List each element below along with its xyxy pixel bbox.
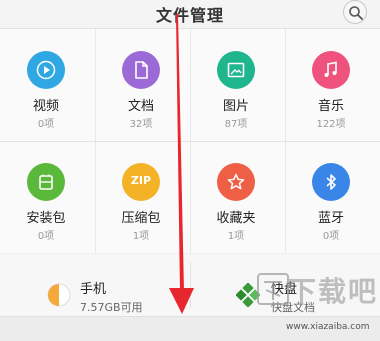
category-count: 0项	[37, 119, 55, 130]
title-bar: 文件管理	[0, 0, 380, 29]
category-package[interactable]: 安装包 0项	[0, 141, 95, 253]
category-video[interactable]: 视频 0项	[0, 29, 95, 141]
category-music[interactable]: 音乐 122项	[285, 29, 380, 141]
storage-phone[interactable]: 手机 7.57GB可用	[0, 254, 189, 316]
category-bluetooth[interactable]: 蓝牙 0项	[285, 141, 380, 253]
category-count: 122项	[316, 119, 346, 130]
zip-icon-text: ZIP	[130, 174, 152, 187]
search-button[interactable]	[343, 0, 367, 24]
storage-name: 手机	[80, 282, 107, 297]
star-icon	[217, 163, 255, 201]
bluetooth-icon	[312, 163, 350, 201]
music-icon	[312, 51, 350, 89]
category-favorites[interactable]: 收藏夹 1项	[190, 141, 285, 253]
category-document[interactable]: 文档 32项	[95, 29, 190, 141]
category-image[interactable]: 图片 87项	[190, 29, 285, 141]
category-count: 1项	[227, 231, 245, 242]
zip-icon: ZIP	[122, 163, 160, 201]
watermark-text: 下载吧	[288, 275, 379, 308]
storage-free: 7.57GB可用	[80, 301, 143, 314]
category-label: 安装包	[26, 211, 66, 226]
category-label: 音乐	[317, 99, 344, 114]
video-icon	[27, 51, 65, 89]
package-icon	[27, 163, 65, 201]
category-count: 87项	[224, 119, 248, 130]
category-label: 视频	[32, 99, 59, 114]
category-count: 1项	[132, 231, 150, 242]
category-label: 收藏夹	[216, 211, 256, 226]
category-count: 0项	[322, 231, 340, 242]
category-count: 0项	[37, 231, 55, 242]
category-label: 文档	[127, 99, 154, 114]
category-label: 图片	[222, 99, 249, 114]
storage-usage-icon	[47, 283, 71, 307]
category-grid: 视频 0项 文档 32项 图片 87项 音乐 122项 安装包 0项 ZIP 压…	[0, 29, 380, 253]
document-icon	[122, 51, 160, 89]
image-icon	[217, 51, 255, 89]
watermark-url: www.xiazaiba.com	[286, 322, 370, 332]
page-title: 文件管理	[155, 6, 224, 25]
category-label: 蓝牙	[317, 211, 344, 226]
category-zip[interactable]: ZIP 压缩包 1项	[95, 141, 190, 253]
category-count: 32项	[129, 119, 153, 130]
category-label: 压缩包	[121, 211, 161, 226]
search-icon	[349, 6, 363, 20]
